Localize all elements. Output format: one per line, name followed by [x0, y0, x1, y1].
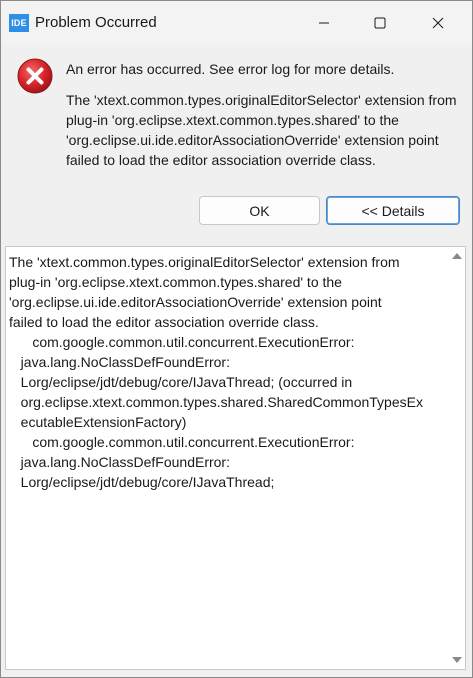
- window-title: Problem Occurred: [35, 14, 157, 31]
- scroll-down-arrow-icon[interactable]: [452, 657, 462, 663]
- error-icon: [17, 58, 53, 94]
- ok-button[interactable]: OK: [199, 196, 320, 225]
- maximize-icon: [374, 17, 386, 29]
- ide-app-icon: IDE: [9, 14, 29, 32]
- details-text: The 'xtext.common.types.originalEditorSe…: [9, 254, 423, 490]
- scroll-up-arrow-icon[interactable]: [452, 253, 462, 259]
- error-detail: The 'xtext.common.types.originalEditorSe…: [66, 92, 457, 168]
- maximize-button[interactable]: [357, 1, 403, 45]
- details-text-area[interactable]: The 'xtext.common.types.originalEditorSe…: [5, 246, 466, 670]
- details-toggle-button[interactable]: << Details: [326, 196, 460, 225]
- vertical-scrollbar[interactable]: [451, 249, 463, 667]
- error-headline: An error has occurred. See error log for…: [66, 61, 395, 77]
- close-button[interactable]: [415, 1, 461, 45]
- problem-dialog: IDE Problem Occurred An error has occurr…: [0, 0, 473, 678]
- minimize-icon: [319, 22, 329, 24]
- title-bar[interactable]: IDE Problem Occurred: [1, 1, 472, 45]
- minimize-button[interactable]: [301, 1, 347, 45]
- close-icon: [432, 17, 444, 29]
